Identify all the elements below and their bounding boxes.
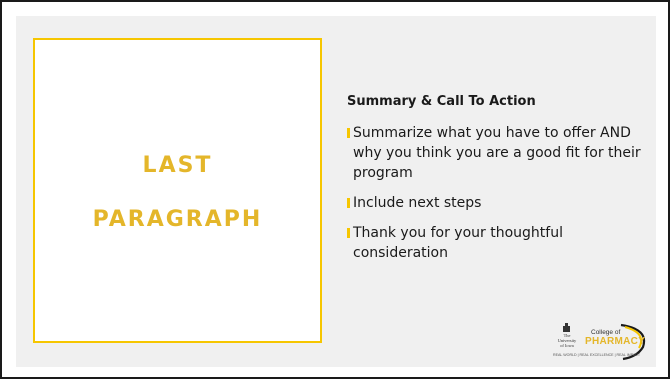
logo-univ-line: of Iowa [560,343,574,348]
bullet-text: Thank you for your thoughtful considerat… [353,225,563,261]
title-box: LAST PARAGRAPH [33,38,322,343]
bullet-item: Include next steps [347,193,642,213]
title-line-1: LAST [142,153,213,178]
logo-tagline: REAL WORLD | REAL EXCELLENCE | REAL IMPA… [553,353,641,357]
bullet-text: Include next steps [353,195,482,211]
bullet-item: Summarize what you have to offer AND why… [347,123,642,183]
content-area: Summary & Call To Action Summarize what … [347,94,642,273]
logo-university-name: The University of Iowa [553,333,581,348]
bullet-marker-icon [347,128,350,138]
bullet-text: Summarize what you have to offer AND why… [353,125,641,181]
college-of-pharmacy-logo: The University of Iowa College of PHARMA… [551,321,651,363]
logo-pharmacy-text: PHARMACY [585,336,646,347]
subheading: Summary & Call To Action [347,94,536,109]
title-line-2: PARAGRAPH [92,207,263,232]
bullet-list: Summarize what you have to offer AND why… [347,123,642,263]
bullet-marker-icon [347,228,350,238]
bullet-marker-icon [347,198,350,208]
slide-panel: LAST PARAGRAPH Summary & Call To Action … [16,16,656,367]
slide: LAST PARAGRAPH Summary & Call To Action … [0,0,670,379]
bullet-item: Thank you for your thoughtful considerat… [347,223,642,263]
logo-college-text: College of [591,329,621,336]
